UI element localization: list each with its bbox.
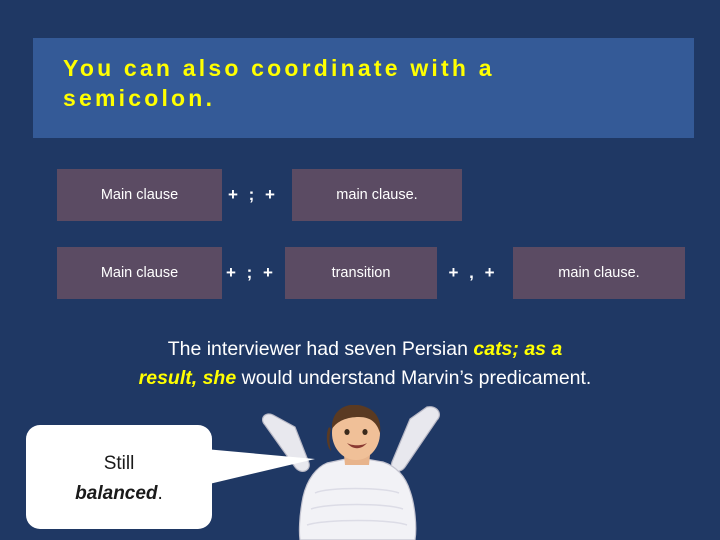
row2-transition-box: transition xyxy=(285,247,437,299)
row2-main-clause-box: Main clause xyxy=(57,247,222,299)
example-highlight-1: cats; as a xyxy=(473,338,563,360)
title-line-2: semicolon xyxy=(63,85,206,111)
pattern-row-2: Main clause + ; + transition + , + main … xyxy=(0,247,720,299)
callout-line-1: Still xyxy=(103,453,135,474)
row1-second-clause-box: main clause. xyxy=(292,169,462,221)
title-line-1: You can also coordinate with a xyxy=(63,55,495,81)
pattern-row-1: Main clause + ; + main clause. xyxy=(0,169,720,221)
example-sentence: The interviewer had seven Persian cats; … xyxy=(55,335,675,393)
row2-comma-connector: + , + xyxy=(448,263,498,282)
callout-text: Still balanced. xyxy=(26,449,212,509)
slide: You can also coordinate with a semicolon… xyxy=(0,0,720,540)
page-title: You can also coordinate with a semicolon… xyxy=(63,53,683,113)
callout-tail xyxy=(205,449,315,485)
example-part-1: The interviewer had seven Persian xyxy=(167,338,474,360)
row1-semicolon-connector: + ; + xyxy=(228,185,278,204)
row1-main-clause-box: Main clause xyxy=(57,169,222,221)
callout-line-2-period: . xyxy=(157,483,163,504)
row2-second-clause-box: main clause. xyxy=(513,247,685,299)
title-line-2-period: . xyxy=(205,85,212,111)
example-part-2: would understand Marvin’s predicament. xyxy=(236,367,592,389)
callout-line-2: balanced xyxy=(75,483,158,504)
callout-balloon: Still balanced. xyxy=(26,425,212,529)
example-highlight-2: result, she xyxy=(138,367,237,389)
row2-semicolon-connector: + ; + xyxy=(226,263,276,282)
